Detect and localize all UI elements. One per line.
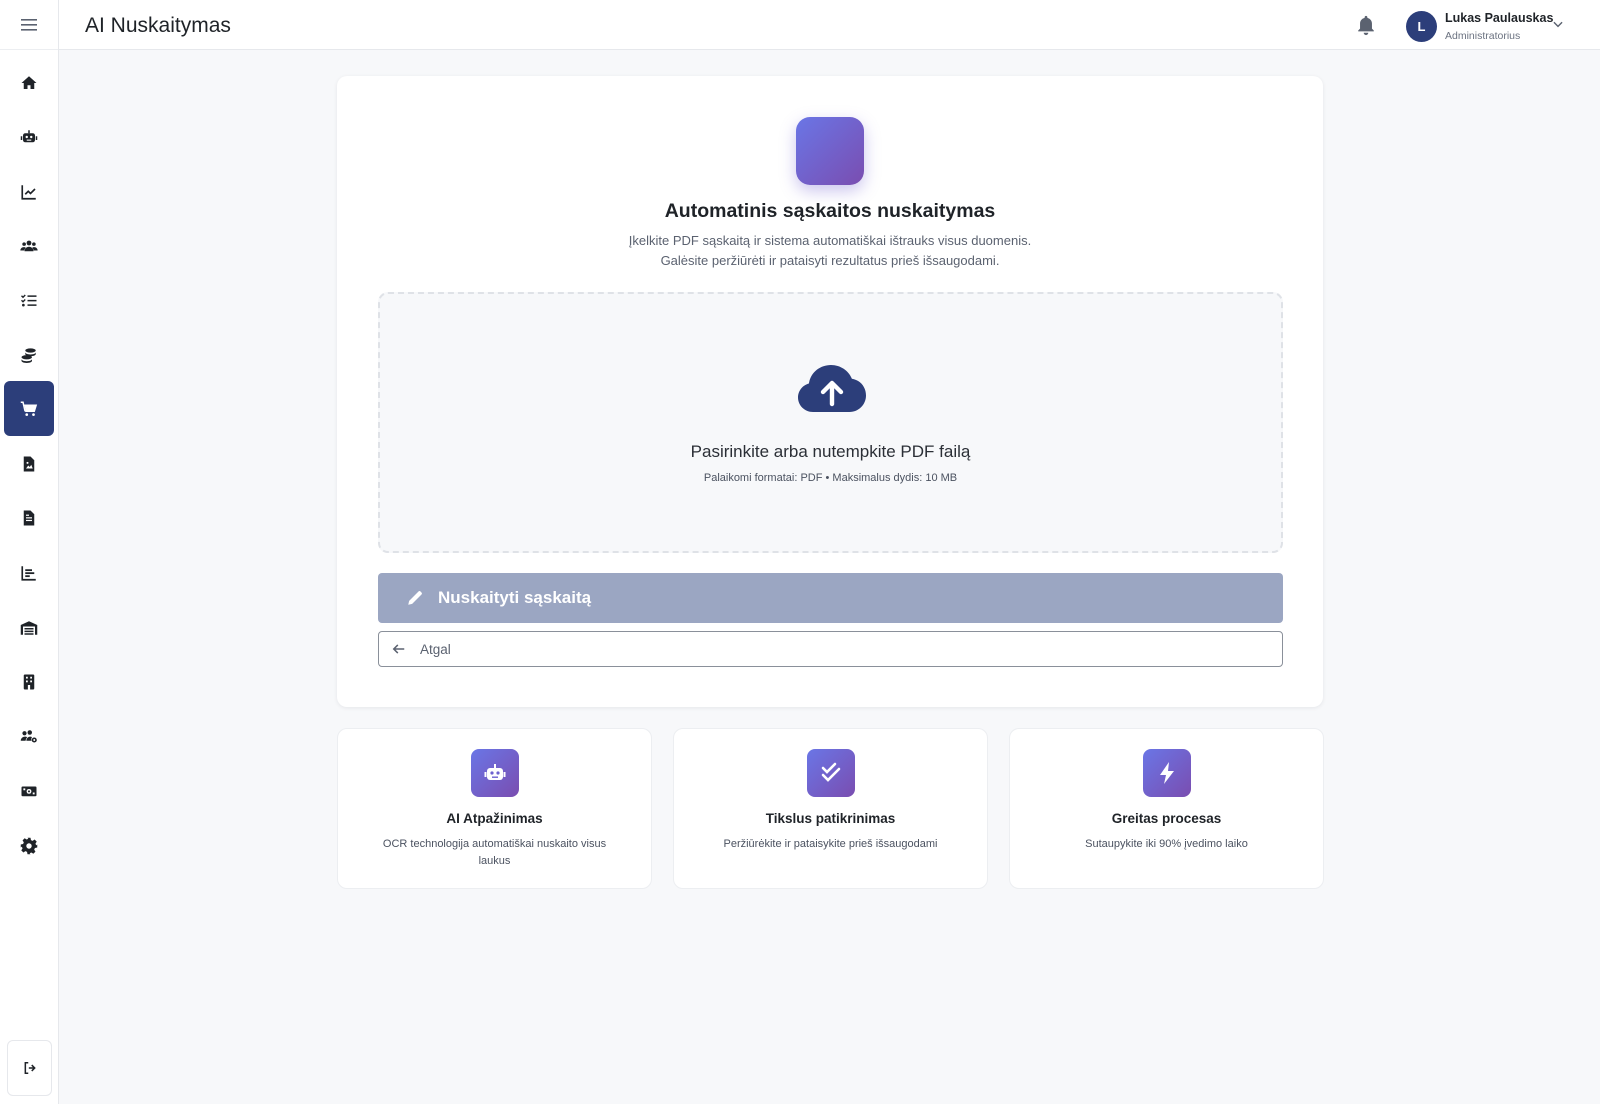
bell-icon[interactable] [1355, 14, 1377, 36]
feature-title: AI Atpažinimas [446, 811, 543, 826]
card-title: Automatinis sąskaitos nuskaitymas [664, 200, 996, 222]
sidebar-item-purchases[interactable] [4, 381, 54, 436]
sidebar-item-payments[interactable] [4, 763, 54, 818]
avatar: L [1406, 10, 1437, 42]
card-description: Įkelkite PDF sąskaitą ir sistema automat… [337, 231, 1323, 271]
sidebar-item-home[interactable] [4, 55, 54, 110]
dropzone-title: Pasirinkite arba nutempkite PDF failą [690, 442, 971, 461]
users-icon [20, 240, 38, 251]
cloud-upload-icon [798, 365, 866, 412]
home-icon [21, 75, 37, 89]
list-check-icon [21, 294, 37, 306]
feature-card-ai: AI Atpažinimas OCR technologija automati… [337, 728, 652, 889]
gear-icon [20, 837, 38, 854]
description-line: Įkelkite PDF sąskaitą ir sistema automat… [628, 233, 1032, 248]
robot-icon [20, 129, 38, 142]
user-info: Lukas Paulauskas Administratorius [1445, 11, 1553, 42]
logout-icon [24, 1061, 36, 1075]
sidebar-item-reports[interactable] [4, 545, 54, 600]
hamburger-icon [21, 18, 37, 31]
user-role: Administratorius [1445, 29, 1521, 42]
back-button-label: Atgal [420, 641, 451, 657]
file-image-icon [23, 456, 35, 471]
upload-card: Automatinis sąskaitos nuskaitymas Įkelki… [337, 76, 1323, 707]
coins-icon [21, 347, 36, 363]
sidebar-item-settings[interactable] [4, 818, 54, 873]
feature-icon-box [1143, 749, 1191, 797]
sidebar-item-documents[interactable] [4, 436, 54, 491]
building-icon [23, 674, 35, 689]
users-gear-icon [20, 729, 37, 743]
feature-description: Sutaupykite iki 90% įvedimo laiko [1085, 838, 1248, 850]
feature-title: Greitas procesas [1111, 811, 1222, 826]
feature-description: Peržiūrėkite ir pataisykite prieš išsaug… [723, 838, 938, 850]
menu-toggle-button[interactable] [0, 0, 58, 50]
sidebar [0, 0, 59, 1104]
chart-bar-icon [21, 565, 36, 581]
warehouse-icon [20, 620, 38, 635]
chart-line-icon [21, 184, 36, 200]
user-name: Lukas Paulauskas [1445, 10, 1554, 25]
feature-card-speed: Greitas procesas Sutaupykite iki 90% įve… [1009, 728, 1324, 889]
pdf-dropzone[interactable]: Pasirinkite arba nutempkite PDF failą Pa… [378, 292, 1283, 553]
sidebar-item-analytics[interactable] [4, 164, 54, 219]
arrow-left-icon [392, 644, 405, 654]
sidebar-item-finance[interactable] [4, 327, 54, 382]
topbar: AI Nuskaitymas L Lukas Paulauskas Admini… [59, 0, 1600, 50]
feature-card-accuracy: Tikslus patikrinimas Peržiūrėkite ir pat… [673, 728, 988, 889]
bolt-icon [1160, 762, 1174, 784]
cart-icon [20, 401, 38, 416]
sidebar-item-companies[interactable] [4, 654, 54, 709]
dropzone-subtitle: Palaikomi formatai: PDF • Maksimalus dyd… [703, 472, 958, 484]
description-line: Galėsite peržiūrėti ir pataisyti rezulta… [660, 253, 1000, 268]
feature-description: OCR technologija automatiškai nuskaito v… [382, 838, 607, 867]
chevron-down-icon[interactable] [1551, 17, 1565, 31]
feature-title: Tikslus patikrinimas [765, 811, 896, 826]
hero-icon [796, 117, 864, 185]
sidebar-item-tasks[interactable] [4, 273, 54, 328]
sidebar-item-users[interactable] [4, 218, 54, 273]
robot-icon [484, 764, 506, 780]
sidebar-item-warehouse[interactable] [4, 600, 54, 655]
sidebar-item-user-management[interactable] [4, 709, 54, 764]
sidebar-item-invoices[interactable] [4, 490, 54, 545]
page-title: AI Nuskaitymas [85, 14, 231, 37]
back-button[interactable]: Atgal [378, 631, 1283, 667]
money-bill-icon [21, 786, 37, 796]
sidebar-item-ai[interactable] [4, 109, 54, 164]
logout-button[interactable] [7, 1040, 52, 1096]
feature-icon-box [807, 749, 855, 797]
user-menu[interactable]: L Lukas Paulauskas Administratorius [1406, 9, 1553, 43]
file-invoice-icon [23, 510, 35, 525]
feature-icon-box [471, 749, 519, 797]
scan-invoice-button[interactable]: Nuskaityti sąskaitą [378, 573, 1283, 623]
scan-button-label: Nuskaityti sąskaitą [438, 588, 592, 607]
pencil-icon [408, 591, 422, 605]
check-double-icon [821, 762, 841, 782]
